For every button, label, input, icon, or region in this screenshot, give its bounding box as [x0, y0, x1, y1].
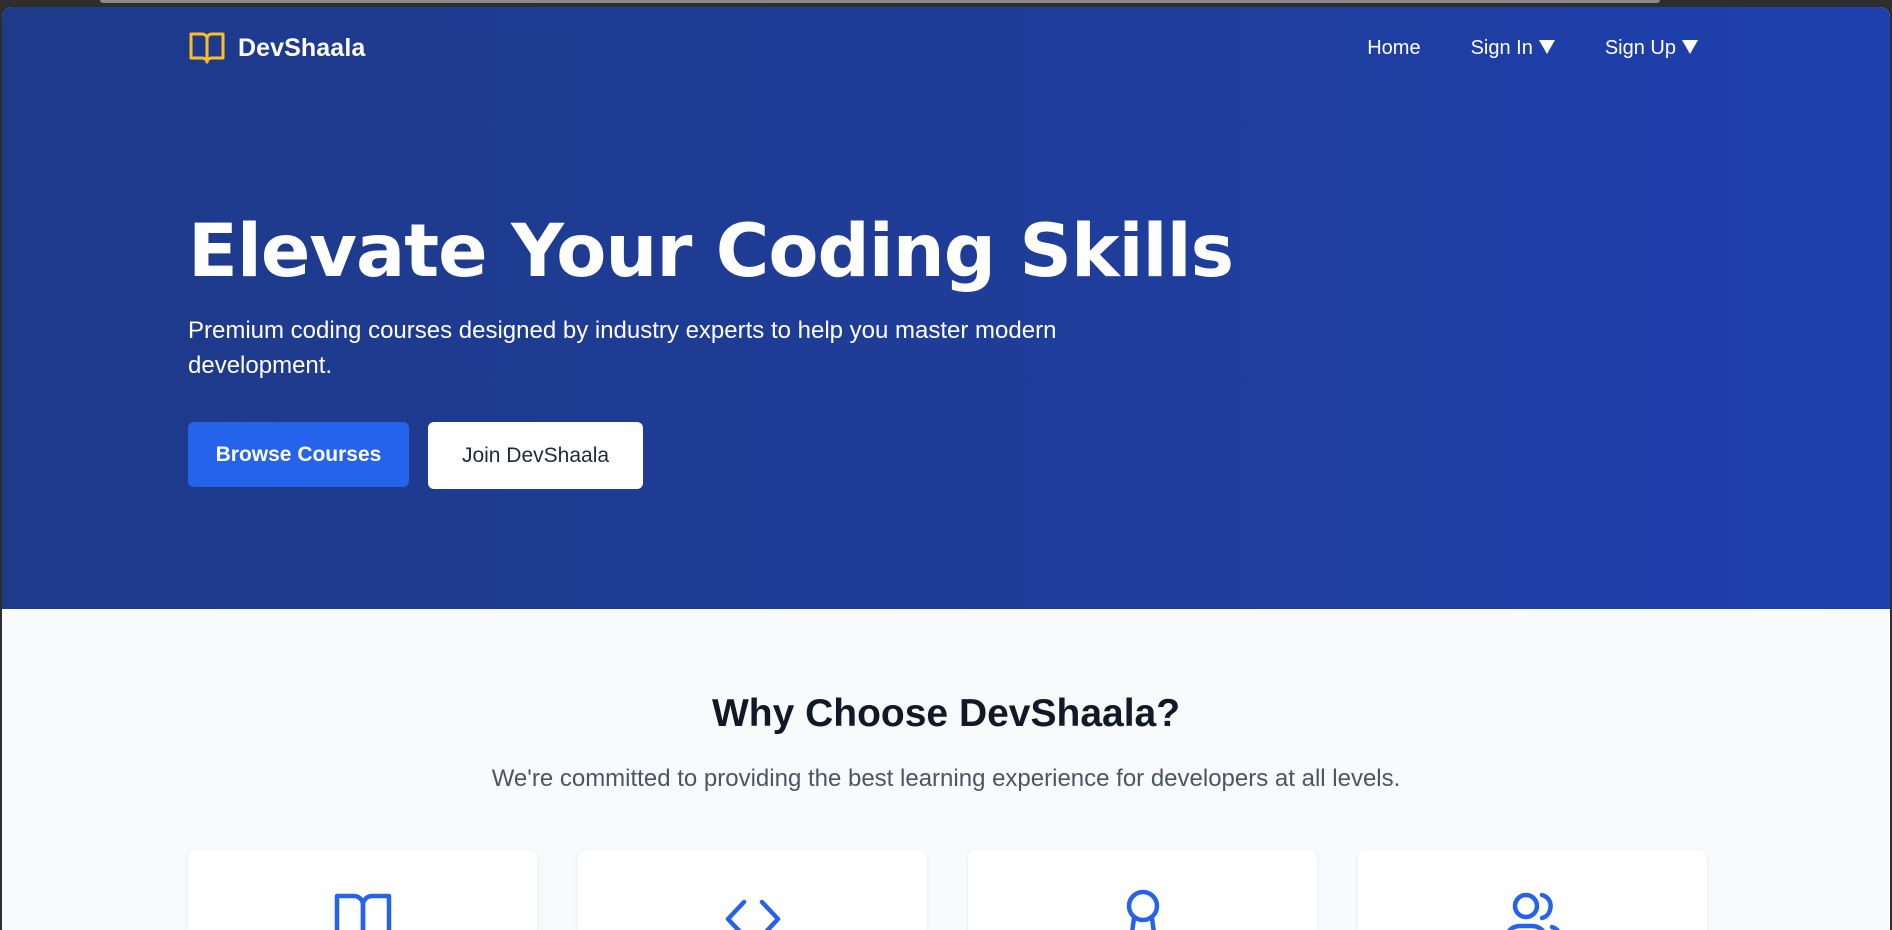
brand-name: DevShaala — [238, 33, 366, 62]
hero-section: DevShaala Home Sign In Sign Up Elevate Y… — [2, 7, 1890, 609]
feature-card — [1358, 850, 1707, 930]
hero-subtitle: Premium coding courses designed by indus… — [188, 317, 1057, 379]
code-icon — [725, 899, 780, 930]
nav-home-link[interactable]: Home — [1367, 37, 1420, 60]
award-icon — [1126, 889, 1159, 930]
nav-home-label: Home — [1367, 36, 1421, 59]
page-viewport: DevShaala Home Sign In Sign Up Elevate Y… — [2, 7, 1890, 930]
feature-card — [578, 850, 927, 930]
join-devshaala-button[interactable]: Join DevShaala — [428, 422, 643, 489]
caret-down-icon — [1538, 40, 1555, 54]
window-top-edge — [100, 0, 1660, 3]
nav-sign-in-label: Sign In — [1470, 36, 1533, 59]
nav-sign-in-dropdown[interactable]: Sign In — [1471, 37, 1555, 60]
book-icon — [334, 893, 391, 930]
browser-frame: DevShaala Home Sign In Sign Up Elevate Y… — [0, 0, 1892, 930]
navbar: DevShaala Home Sign In Sign Up — [188, 27, 1698, 69]
features-subtitle: We're committed to providing the best le… — [491, 765, 1401, 792]
nav-sign-up-label: Sign Up — [1604, 36, 1676, 59]
browse-courses-button[interactable]: Browse Courses — [188, 422, 409, 487]
brand-logo[interactable]: DevShaala — [188, 30, 365, 66]
nav-sign-up-dropdown[interactable]: Sign Up — [1605, 37, 1698, 60]
caret-down-icon — [1682, 40, 1698, 54]
nav-links: Home Sign In Sign Up — [1367, 27, 1698, 69]
hero-title: Elevate Your Coding Skills — [188, 209, 1234, 294]
features-title: Why Choose DevShaala? — [711, 692, 1181, 735]
feature-card — [968, 850, 1317, 930]
feature-card — [188, 850, 537, 930]
open-book-icon — [189, 32, 225, 64]
users-icon — [1506, 892, 1560, 930]
